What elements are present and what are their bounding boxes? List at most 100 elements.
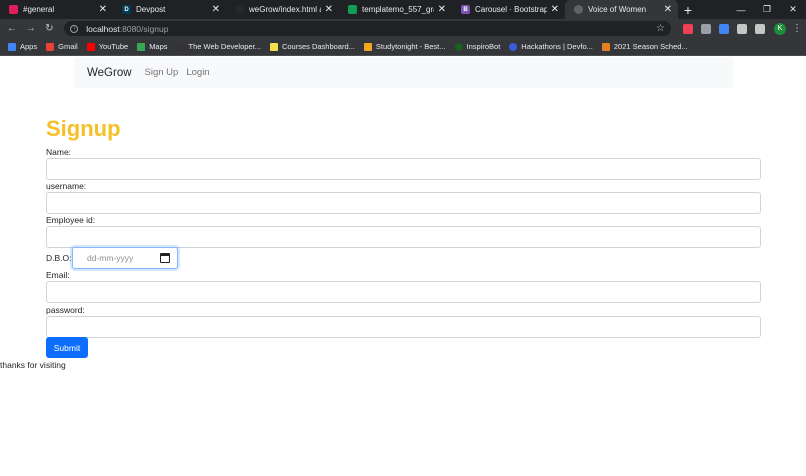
dob-date-input[interactable]: dd-mm-yyyy xyxy=(72,247,178,269)
page-title: Signup xyxy=(46,116,121,141)
bookmark-label: Courses Dashboard... xyxy=(281,42,355,51)
nav-link-sign-up[interactable]: Sign Up xyxy=(145,67,179,78)
browser-toolbar: ← → ↻ i localhost:8080/signup ☆ K ⋮ xyxy=(0,19,806,38)
reload-icon[interactable]: ↻ xyxy=(41,21,57,37)
window-icon[interactable] xyxy=(719,23,730,34)
tab-title: Devpost xyxy=(136,5,166,14)
courses-icon xyxy=(269,42,278,51)
bookmark-label: Hackathons | Devfo... xyxy=(521,42,593,51)
bookmark-label: Gmail xyxy=(58,42,78,51)
url-host: localhost xyxy=(86,23,120,34)
bookmark-label: Studytonight - Best... xyxy=(375,42,446,51)
username-input[interactable] xyxy=(46,192,761,214)
window-close-icon[interactable]: ✕ xyxy=(780,0,806,19)
devpost-icon: D xyxy=(122,5,131,14)
maps-icon xyxy=(137,42,146,51)
studytonight-icon xyxy=(363,42,372,51)
password-label: password: xyxy=(46,305,85,315)
bookmark-gmail[interactable]: Gmail xyxy=(46,42,78,51)
browser-tab-github[interactable]: weGrow/index.html at ma ✕ xyxy=(226,0,339,19)
address-bar[interactable]: i localhost:8080/signup ☆ xyxy=(64,21,672,36)
close-icon[interactable]: ✕ xyxy=(325,4,333,15)
inspirobot-icon xyxy=(454,42,463,51)
browser-tab-bootstrap[interactable]: B Carousel · Bootstrap v5.0 ✕ xyxy=(452,0,565,19)
browser-tab-slack[interactable]: #general ✕ xyxy=(0,0,113,19)
new-tab-button[interactable]: + xyxy=(678,0,698,19)
browser-tab-devpost[interactable]: D Devpost ✕ xyxy=(113,0,226,19)
profile-avatar[interactable]: K xyxy=(774,22,787,35)
employee-id-input[interactable] xyxy=(46,226,761,248)
tab-title: templatemo_557_grad_sch xyxy=(362,5,434,14)
browser-tab-drive[interactable]: templatemo_557_grad_sch ✕ xyxy=(339,0,452,19)
submit-button[interactable]: Submit xyxy=(46,337,88,358)
bookmark-inspirobot[interactable]: InspiroBot xyxy=(454,42,501,51)
browser-tab-strip: #general ✕ D Devpost ✕ weGrow/index.html… xyxy=(0,0,806,19)
gmail-icon xyxy=(46,42,55,51)
close-icon[interactable]: ✕ xyxy=(212,4,220,15)
employee-id-label: Employee id: xyxy=(46,215,96,225)
navbar-brand[interactable]: WeGrow xyxy=(87,67,132,79)
nav-link-login[interactable]: Login xyxy=(186,67,209,78)
bookmark-label: YouTube xyxy=(98,42,129,51)
tab-title: Carousel · Bootstrap v5.0 xyxy=(475,5,547,14)
email-label: Email: xyxy=(46,270,70,280)
bookmark-label: Maps xyxy=(149,42,168,51)
bookmark-courses[interactable]: Courses Dashboard... xyxy=(269,42,355,51)
name-input[interactable] xyxy=(46,158,761,180)
bookmark-studytonight[interactable]: Studytonight - Best... xyxy=(363,42,446,51)
tab-title: #general xyxy=(23,5,55,14)
close-icon[interactable]: ✕ xyxy=(551,4,559,15)
github-icon xyxy=(235,5,244,14)
bookmark-maps[interactable]: Maps xyxy=(137,42,168,51)
bookmark-label: Apps xyxy=(20,42,38,51)
slack-icon xyxy=(9,5,18,14)
bookmark-label: The Web Developer... xyxy=(188,42,261,51)
close-icon[interactable]: ✕ xyxy=(664,4,672,15)
menu-icon[interactable]: ⋮ xyxy=(792,23,802,34)
bookmarks-bar: Apps Gmail YouTube Maps The Web Develope… xyxy=(0,38,806,56)
extension-icon[interactable] xyxy=(701,23,712,34)
globe-icon xyxy=(574,5,583,14)
name-label: Name: xyxy=(46,147,72,157)
bookmark-apps[interactable]: Apps xyxy=(8,42,37,51)
page-content: WeGrow Sign Up Login Signup Name: userna… xyxy=(0,57,806,476)
info-icon[interactable]: i xyxy=(70,24,79,33)
maximize-icon[interactable]: ❐ xyxy=(754,0,780,19)
bookmark-label: InspiroBot xyxy=(466,42,501,51)
extensions-area: K ⋮ xyxy=(679,22,802,35)
footer-text: thanks for visiting xyxy=(0,360,66,370)
bookmark-star-icon[interactable]: ☆ xyxy=(656,23,665,34)
bootstrap-icon: B xyxy=(461,5,470,14)
dob-label: D.B.O: xyxy=(46,253,72,263)
tab-title: Voice of Women xyxy=(588,5,647,14)
close-icon[interactable]: ✕ xyxy=(99,4,107,15)
bookmark-hackathons[interactable]: Hackathons | Devfo... xyxy=(509,42,593,51)
back-arrow-icon[interactable]: ← xyxy=(4,21,20,37)
pocket-icon[interactable] xyxy=(683,23,694,34)
window-controls: — ❐ ✕ xyxy=(728,0,806,19)
minimize-icon[interactable]: — xyxy=(728,0,754,19)
url-path: :8080/signup xyxy=(119,23,169,34)
username-label: username: xyxy=(46,181,87,191)
bookmark-label: 2021 Season Sched... xyxy=(613,42,688,51)
close-icon[interactable]: ✕ xyxy=(438,4,446,15)
forward-arrow-icon[interactable]: → xyxy=(23,21,39,37)
media-control-icon[interactable] xyxy=(755,23,766,34)
puzzle-icon[interactable] xyxy=(737,23,748,34)
schedule-icon xyxy=(601,42,610,51)
bookmark-web-developer[interactable]: The Web Developer... xyxy=(176,42,261,51)
apps-grid-icon xyxy=(8,42,16,51)
calendar-icon[interactable] xyxy=(160,253,170,263)
browser-tab-active[interactable]: Voice of Women ✕ xyxy=(565,0,678,19)
bookmark-youtube[interactable]: YouTube xyxy=(86,42,129,51)
dob-placeholder: dd-mm-yyyy xyxy=(87,253,134,263)
tab-title: weGrow/index.html at ma xyxy=(249,5,321,14)
website-icon xyxy=(176,42,185,51)
bookmark-season-schedule[interactable]: 2021 Season Sched... xyxy=(601,42,688,51)
email-input[interactable] xyxy=(46,281,761,303)
drive-icon xyxy=(348,5,357,14)
navbar: WeGrow Sign Up Login xyxy=(74,57,733,88)
devfolio-icon xyxy=(509,42,518,51)
youtube-icon xyxy=(86,42,95,51)
password-input[interactable] xyxy=(46,316,761,338)
